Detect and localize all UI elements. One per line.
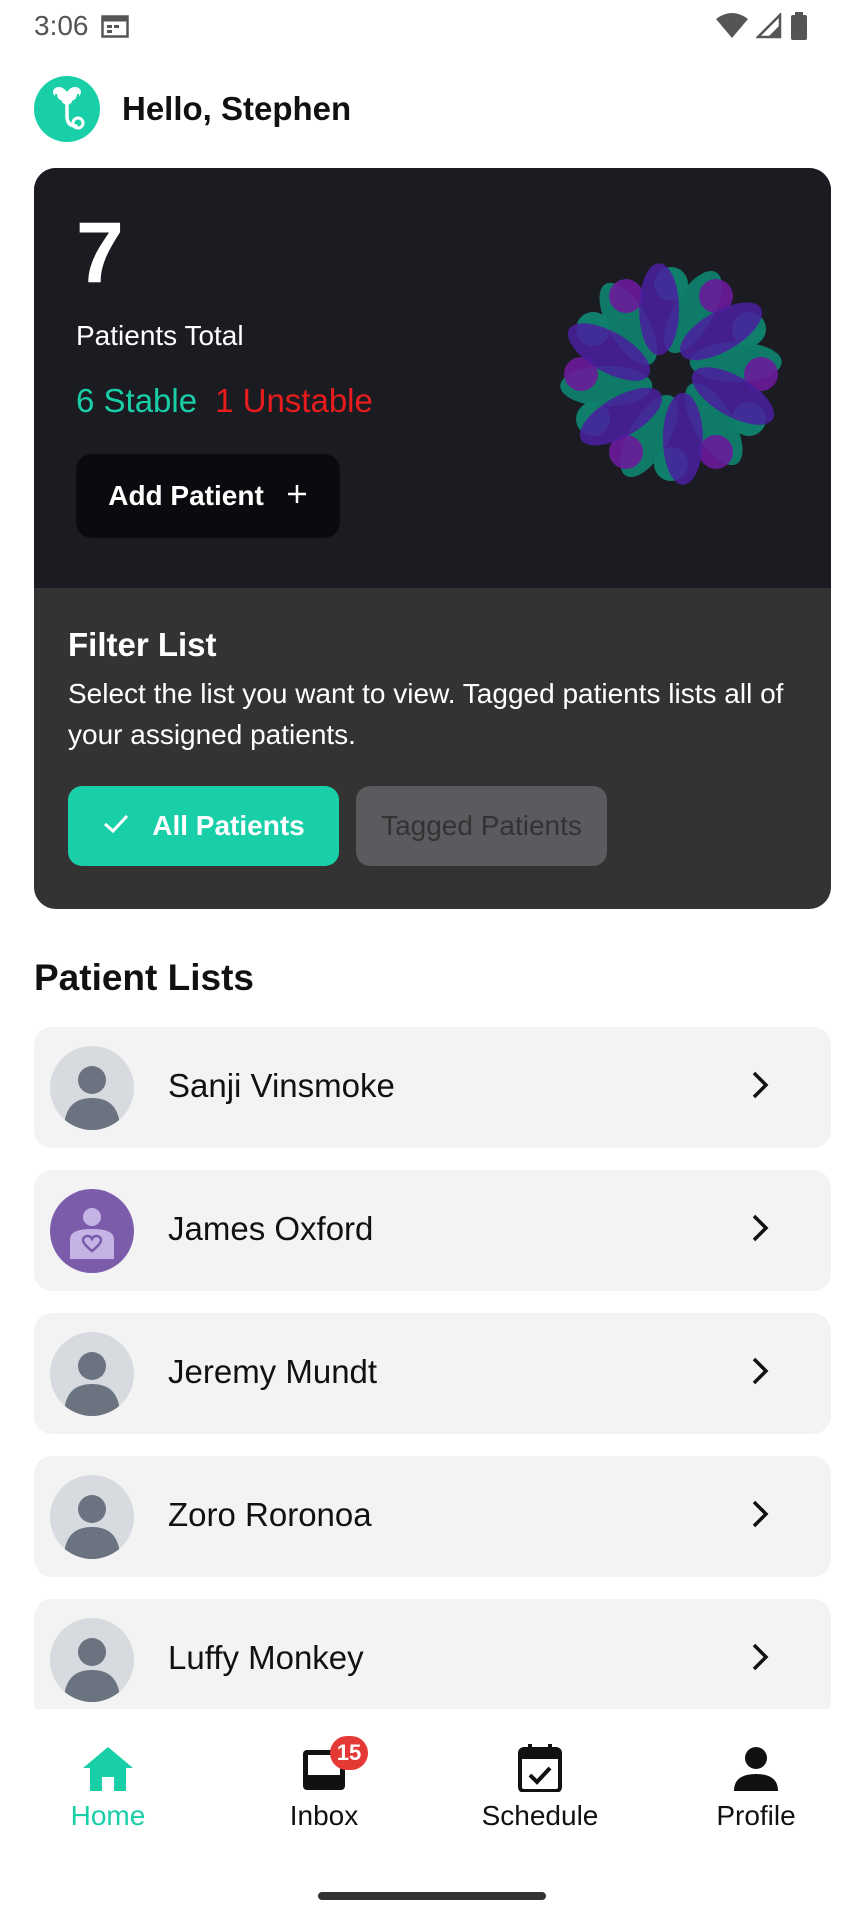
filter-list-title: Filter List <box>68 626 217 663</box>
patient-row[interactable]: Zoro Roronoa <box>34 1456 831 1577</box>
unstable-count: 1 Unstable <box>215 382 373 419</box>
person-placeholder-icon <box>50 1046 134 1130</box>
calendar-check-icon <box>518 1740 562 1792</box>
chevron-right-icon <box>750 1069 770 1106</box>
greeting-text: Hello, Stephen <box>122 90 352 127</box>
check-icon <box>102 810 130 842</box>
patient-name: James Oxford <box>168 1210 374 1247</box>
patient-name: Sanji Vinsmoke <box>168 1067 395 1104</box>
person-placeholder-icon <box>50 1475 134 1559</box>
patient-lists-title: Patient Lists <box>34 957 254 998</box>
patients-summary-card: 7 Patients Total 6 Stable 1 Unstable Add … <box>34 168 831 909</box>
all-patients-label: All Patients <box>152 810 305 841</box>
home-gesture-bar[interactable] <box>318 1892 546 1900</box>
patient-row[interactable]: Luffy Monkey <box>34 1599 831 1709</box>
add-patient-button[interactable]: Add Patient <box>76 454 340 538</box>
nav-inbox-label: Inbox <box>289 1800 359 1831</box>
filter-list-description: Select the list you want to view. Tagged… <box>68 678 784 750</box>
app-header: Hello, Stephen <box>34 76 351 142</box>
tagged-patients-filter-button[interactable]: Tagged Patients <box>356 786 607 866</box>
person-icon <box>733 1740 779 1792</box>
chevron-right-icon <box>750 1355 770 1392</box>
bottom-navigation: Home 15 Inbox Schedule Profile <box>0 1736 864 1860</box>
chevron-right-icon <box>750 1212 770 1249</box>
battery-icon <box>790 12 808 45</box>
wifi-icon <box>716 13 748 44</box>
plus-icon <box>286 480 308 512</box>
tagged-patients-label: Tagged Patients <box>381 810 582 841</box>
cellular-signal-icon <box>754 11 782 44</box>
stethoscope-heart-logo <box>34 76 100 142</box>
patient-row[interactable]: James Oxford <box>34 1170 831 1291</box>
nav-schedule[interactable]: Schedule <box>432 1740 648 1832</box>
patient-status-counts: 6 Stable 1 Unstable <box>76 382 373 420</box>
nav-inbox[interactable]: 15 Inbox <box>216 1736 432 1832</box>
home-icon <box>82 1740 134 1792</box>
inbox-badge: 15 <box>330 1736 368 1770</box>
nav-schedule-label: Schedule <box>481 1800 599 1831</box>
patients-total-label: Patients Total <box>76 320 244 351</box>
patients-total-count: 7 <box>76 205 124 301</box>
inbox-icon: 15 <box>302 1736 368 1792</box>
stable-count: 6 Stable <box>76 382 198 419</box>
status-bar: 3:06 <box>0 0 864 50</box>
calendar-notification-icon <box>101 14 129 43</box>
chevron-right-icon <box>750 1641 770 1678</box>
patient-heart-icon <box>50 1189 134 1273</box>
patient-list[interactable]: Sanji Vinsmoke James Oxford Jeremy Mundt… <box>34 1027 831 1709</box>
nav-home[interactable]: Home <box>0 1740 216 1832</box>
status-time: 3:06 <box>34 10 89 41</box>
person-placeholder-icon <box>50 1618 134 1702</box>
patient-name: Luffy Monkey <box>168 1639 364 1676</box>
patient-name: Jeremy Mundt <box>168 1353 378 1390</box>
person-placeholder-icon <box>50 1332 134 1416</box>
nav-home-label: Home <box>70 1800 146 1831</box>
patient-name: Zoro Roronoa <box>168 1496 372 1533</box>
chevron-right-icon <box>750 1498 770 1535</box>
all-patients-filter-button[interactable]: All Patients <box>68 786 339 866</box>
community-emblem-icon <box>551 254 791 494</box>
add-patient-label: Add Patient <box>108 480 264 511</box>
patient-row[interactable]: Jeremy Mundt <box>34 1313 831 1434</box>
nav-profile[interactable]: Profile <box>648 1740 864 1832</box>
patient-row[interactable]: Sanji Vinsmoke <box>34 1027 831 1148</box>
patients-stats-panel: 7 Patients Total 6 Stable 1 Unstable Add … <box>34 168 831 588</box>
nav-profile-label: Profile <box>716 1800 796 1831</box>
